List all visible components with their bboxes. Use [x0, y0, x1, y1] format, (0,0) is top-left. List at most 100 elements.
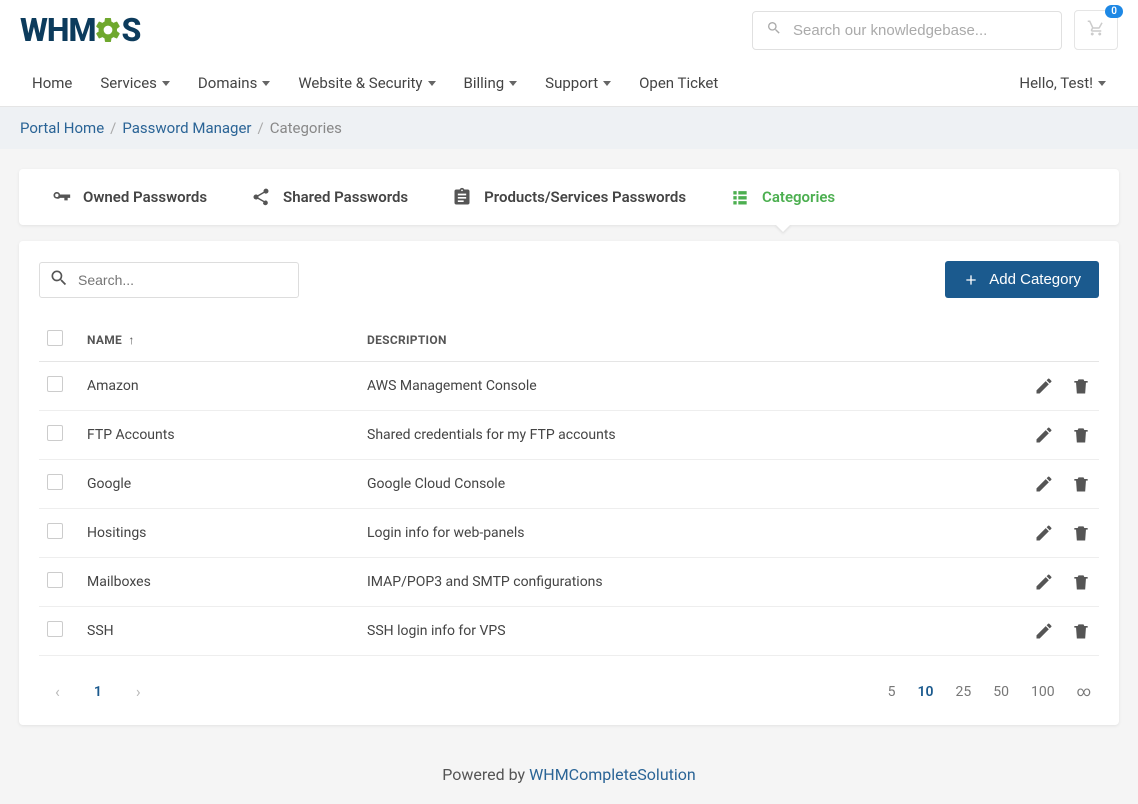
page-size-option[interactable]: 100 — [1031, 684, 1055, 700]
chevron-down-icon — [603, 81, 611, 86]
table-search — [39, 262, 299, 298]
breadcrumb-item[interactable]: Password Manager — [122, 119, 251, 137]
page-size-option[interactable]: 25 — [955, 684, 971, 700]
column-description[interactable]: Description — [359, 318, 979, 362]
trash-icon — [1071, 621, 1091, 641]
chevron-down-icon — [428, 81, 436, 86]
cart-badge: 0 — [1105, 5, 1123, 18]
delete-button[interactable] — [1071, 572, 1091, 592]
row-checkbox[interactable] — [47, 621, 63, 637]
page-current[interactable]: 1 — [84, 680, 112, 704]
trash-icon — [1071, 572, 1091, 592]
edit-button[interactable] — [1034, 376, 1054, 396]
page-prev[interactable]: ‹ — [47, 678, 68, 705]
trash-icon — [1071, 425, 1091, 445]
brand-logo[interactable]: WHM S — [20, 11, 140, 49]
cell-name: SSH — [79, 607, 359, 656]
tab-shared-passwords[interactable]: Shared Passwords — [229, 169, 430, 225]
search-input[interactable] — [752, 11, 1062, 50]
delete-button[interactable] — [1071, 621, 1091, 641]
delete-button[interactable] — [1071, 425, 1091, 445]
nav-item-website-security[interactable]: Website & Security — [286, 60, 447, 106]
page-size-option[interactable]: 50 — [993, 684, 1009, 700]
search-icon — [766, 20, 782, 40]
tab-products-services-passwords[interactable]: Products/Services Passwords — [430, 169, 708, 225]
page-size-option[interactable]: 5 — [888, 684, 896, 700]
cell-name: Hositings — [79, 509, 359, 558]
tab-owned-passwords[interactable]: Owned Passwords — [29, 169, 229, 225]
edit-button[interactable] — [1034, 425, 1054, 445]
chevron-down-icon — [509, 81, 517, 86]
breadcrumb-item: Categories — [270, 119, 342, 137]
breadcrumb: Portal Home/Password Manager/Categories — [0, 107, 1138, 149]
cell-name: FTP Accounts — [79, 411, 359, 460]
row-checkbox[interactable] — [47, 425, 63, 441]
pencil-icon — [1034, 376, 1054, 396]
delete-button[interactable] — [1071, 523, 1091, 543]
edit-button[interactable] — [1034, 621, 1054, 641]
pencil-icon — [1034, 425, 1054, 445]
page-next[interactable]: › — [128, 678, 149, 705]
pencil-icon — [1034, 474, 1054, 494]
delete-button[interactable] — [1071, 376, 1091, 396]
user-greeting[interactable]: Hello, Test! — [1007, 60, 1118, 106]
table-search-input[interactable] — [39, 262, 299, 298]
pencil-icon — [1034, 621, 1054, 641]
row-checkbox[interactable] — [47, 474, 63, 490]
column-name[interactable]: Name ↑ — [79, 318, 359, 362]
table-row: Google Google Cloud Console — [39, 460, 1099, 509]
cell-description: SSH login info for VPS — [359, 607, 979, 656]
delete-button[interactable] — [1071, 474, 1091, 494]
table-row: Hositings Login info for web-panels — [39, 509, 1099, 558]
logo-text-b: S — [121, 11, 140, 49]
footer-link[interactable]: WHMCompleteSolution — [529, 765, 696, 784]
clipboard-icon — [452, 187, 472, 207]
select-all-checkbox[interactable] — [47, 330, 63, 346]
cell-description: IMAP/POP3 and SMTP configurations — [359, 558, 979, 607]
chevron-down-icon — [162, 81, 170, 86]
trash-icon — [1071, 376, 1091, 396]
chevron-down-icon — [262, 81, 270, 86]
plus-icon — [963, 272, 979, 288]
page-size-option[interactable]: 10 — [917, 684, 933, 700]
share-icon — [251, 187, 271, 207]
cell-name: Mailboxes — [79, 558, 359, 607]
pencil-icon — [1034, 523, 1054, 543]
nav-item-support[interactable]: Support — [533, 60, 623, 106]
nav-item-services[interactable]: Services — [88, 60, 182, 106]
footer: Powered by WHMCompleteSolution — [0, 745, 1138, 804]
nav-item-billing[interactable]: Billing — [452, 60, 530, 106]
cell-name: Google — [79, 460, 359, 509]
cell-description: Login info for web-panels — [359, 509, 979, 558]
tab-categories[interactable]: Categories — [708, 169, 857, 225]
logo-text-a: WHM — [20, 11, 95, 49]
cell-description: AWS Management Console — [359, 362, 979, 411]
breadcrumb-item[interactable]: Portal Home — [20, 119, 104, 137]
table-row: SSH SSH login info for VPS — [39, 607, 1099, 656]
sort-asc-icon: ↑ — [128, 333, 134, 347]
gear-icon — [93, 15, 123, 45]
edit-button[interactable] — [1034, 523, 1054, 543]
chevron-down-icon — [1098, 81, 1106, 86]
cell-description: Google Cloud Console — [359, 460, 979, 509]
trash-icon — [1071, 523, 1091, 543]
row-checkbox[interactable] — [47, 376, 63, 392]
edit-button[interactable] — [1034, 474, 1054, 494]
pencil-icon — [1034, 572, 1054, 592]
search-icon — [49, 268, 69, 292]
row-checkbox[interactable] — [47, 523, 63, 539]
key-icon — [51, 187, 71, 207]
edit-button[interactable] — [1034, 572, 1054, 592]
page-size-option[interactable]: ∞ — [1077, 684, 1091, 700]
table-row: FTP Accounts Shared credentials for my F… — [39, 411, 1099, 460]
add-category-button[interactable]: Add Category — [945, 261, 1099, 298]
nav-item-domains[interactable]: Domains — [186, 60, 282, 106]
nav-item-open-ticket[interactable]: Open Ticket — [627, 60, 730, 106]
row-checkbox[interactable] — [47, 572, 63, 588]
cart-button[interactable]: 0 — [1074, 10, 1118, 50]
global-search — [752, 11, 1062, 50]
table-row: Amazon AWS Management Console — [39, 362, 1099, 411]
list-icon — [730, 187, 750, 207]
cell-name: Amazon — [79, 362, 359, 411]
nav-item-home[interactable]: Home — [20, 60, 84, 106]
